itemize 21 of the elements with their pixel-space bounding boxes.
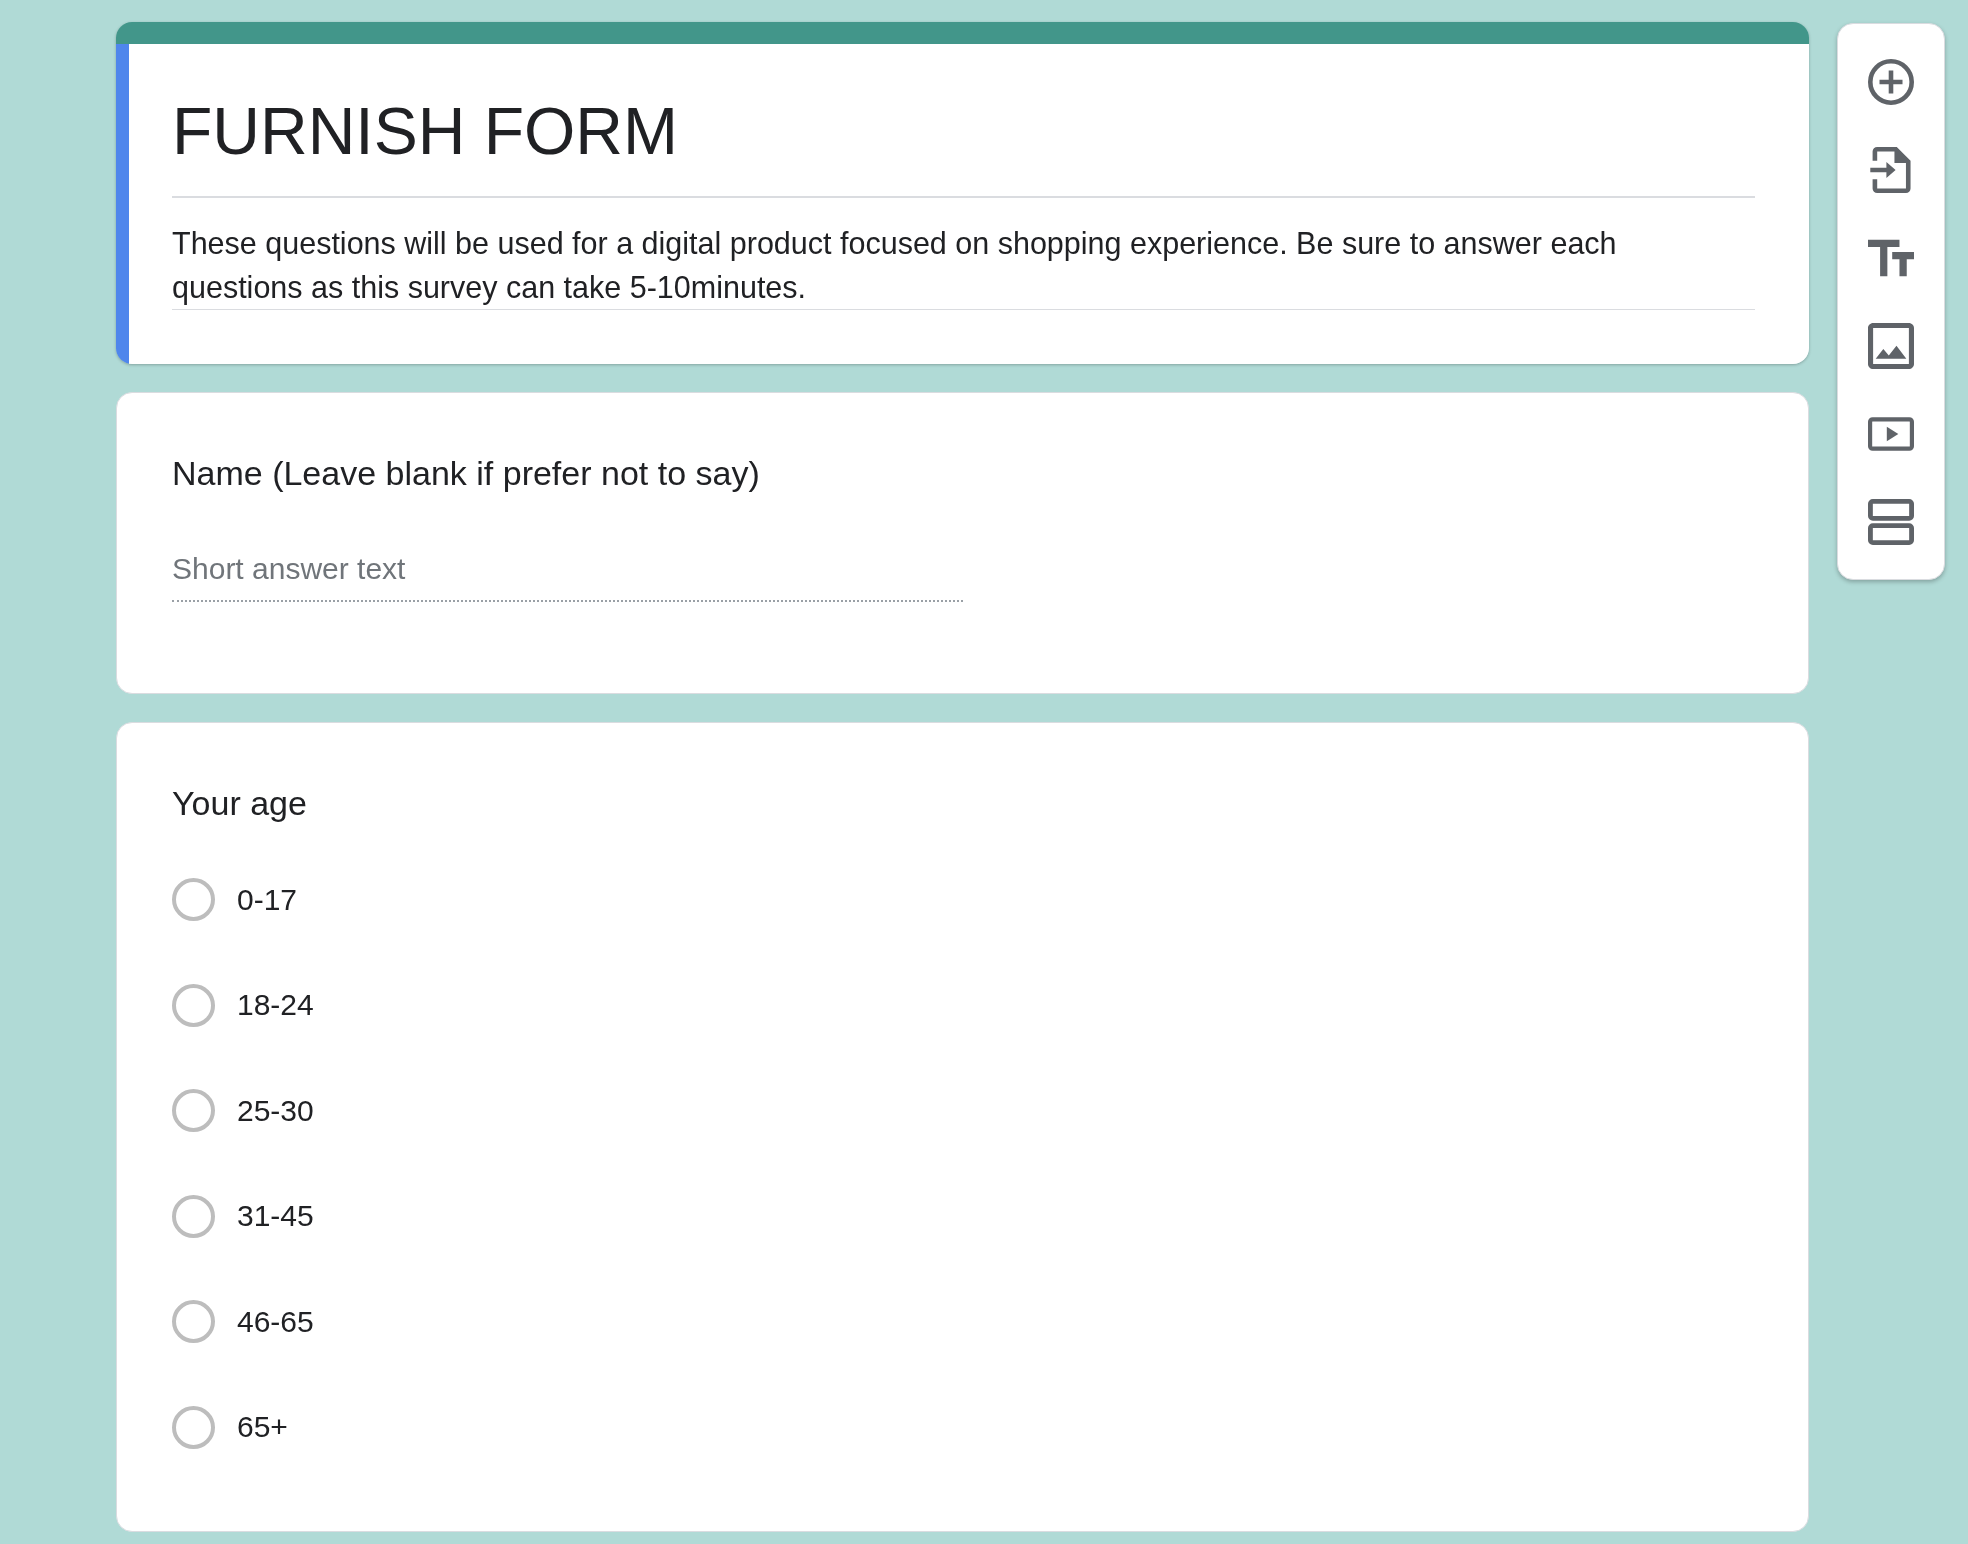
image-icon[interactable] [1868, 323, 1914, 369]
option-label: 65+ [237, 1409, 288, 1445]
add-circle-icon[interactable] [1868, 59, 1914, 105]
radio-button[interactable] [172, 878, 215, 921]
option-label: 46-65 [237, 1303, 314, 1340]
stacked-rectangles-icon[interactable] [1868, 499, 1914, 545]
question-title: Name (Leave blank if prefer not to say) [172, 453, 760, 494]
file-arrow-icon[interactable] [1868, 147, 1914, 193]
option-label: 31-45 [237, 1198, 314, 1234]
form-description: These questions will be used for a digital product focused on shopping experience. Be sure to answer each questions as this survey can take 5-10minutes. [172, 225, 1618, 307]
radio-button[interactable] [172, 1300, 215, 1343]
option-label: 0-17 [237, 881, 298, 918]
option-label: 25-30 [237, 1092, 314, 1129]
option-label: 18-24 [237, 987, 314, 1023]
question-title: Your age [172, 783, 307, 824]
radio-button[interactable] [172, 1194, 215, 1238]
radio-button[interactable] [172, 983, 215, 1027]
form-title: FURNISH FORM [172, 93, 678, 170]
radio-button[interactable] [172, 1405, 215, 1449]
short-answer-field: Short answer text [172, 551, 963, 602]
radio-button[interactable] [172, 1089, 215, 1132]
